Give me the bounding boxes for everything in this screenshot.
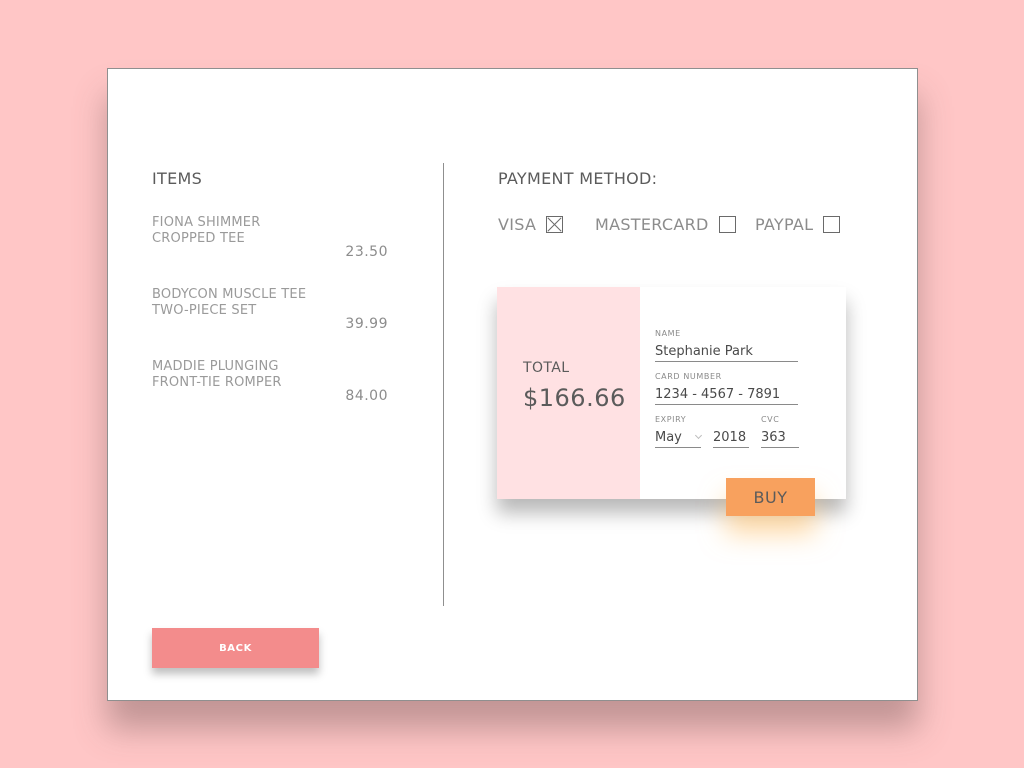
payment-option-mastercard[interactable]: MASTERCARD — [595, 215, 736, 234]
item-price: 23.50 — [345, 244, 388, 260]
expiry-month-select[interactable]: May — [655, 430, 702, 448]
vertical-divider — [443, 163, 444, 606]
name-field-label: NAME — [655, 329, 681, 338]
mastercard-label: MASTERCARD — [595, 215, 709, 234]
paypal-checkbox[interactable] — [823, 216, 841, 233]
total-amount: $166.66 — [523, 384, 626, 412]
checkout-window: ITEMS FIONA SHIMMER CROPPED TEE 23.50 BO… — [107, 68, 918, 701]
back-button[interactable]: BACK — [152, 628, 319, 668]
payment-option-visa[interactable]: VISA — [498, 215, 564, 234]
item-price: 84.00 — [345, 388, 388, 404]
cvc-field[interactable]: 363 — [761, 430, 799, 448]
chevron-down-icon — [694, 431, 702, 440]
item-name-line1: MADDIE PLUNGING — [152, 359, 279, 374]
paypal-label: PAYPAL — [755, 215, 814, 234]
expiry-month-value: May — [655, 430, 682, 445]
item-name-line1: FIONA SHIMMER — [152, 215, 261, 230]
total-panel: TOTAL $166.66 — [497, 287, 640, 499]
visa-label: VISA — [498, 215, 537, 234]
list-item: FIONA SHIMMER CROPPED TEE 23.50 — [152, 215, 388, 260]
payment-card: TOTAL $166.66 NAME Stephanie Park CARD N… — [497, 287, 846, 516]
card-number-field[interactable]: 1234 - 4567 - 7891 — [655, 387, 798, 405]
buy-button[interactable]: BUY — [726, 478, 815, 516]
name-field[interactable]: Stephanie Park — [655, 344, 798, 362]
cvc-label: CVC — [761, 415, 780, 424]
visa-checkbox[interactable] — [546, 216, 564, 233]
expiry-year-field[interactable]: 2018 — [713, 430, 749, 448]
item-price: 39.99 — [345, 316, 388, 332]
payment-method-heading: PAYMENT METHOD: — [498, 169, 658, 188]
items-heading: ITEMS — [152, 169, 203, 188]
total-label: TOTAL — [523, 360, 570, 376]
mastercard-checkbox[interactable] — [718, 216, 736, 233]
expiry-label: EXPIRY — [655, 415, 687, 424]
card-number-label: CARD NUMBER — [655, 372, 722, 381]
list-item: MADDIE PLUNGING FRONT-TIE ROMPER 84.00 — [152, 359, 388, 404]
list-item: BODYCON MUSCLE TEE TWO-PIECE SET 39.99 — [152, 287, 388, 332]
payment-option-paypal[interactable]: PAYPAL — [755, 215, 841, 234]
item-name-line1: BODYCON MUSCLE TEE — [152, 287, 307, 302]
